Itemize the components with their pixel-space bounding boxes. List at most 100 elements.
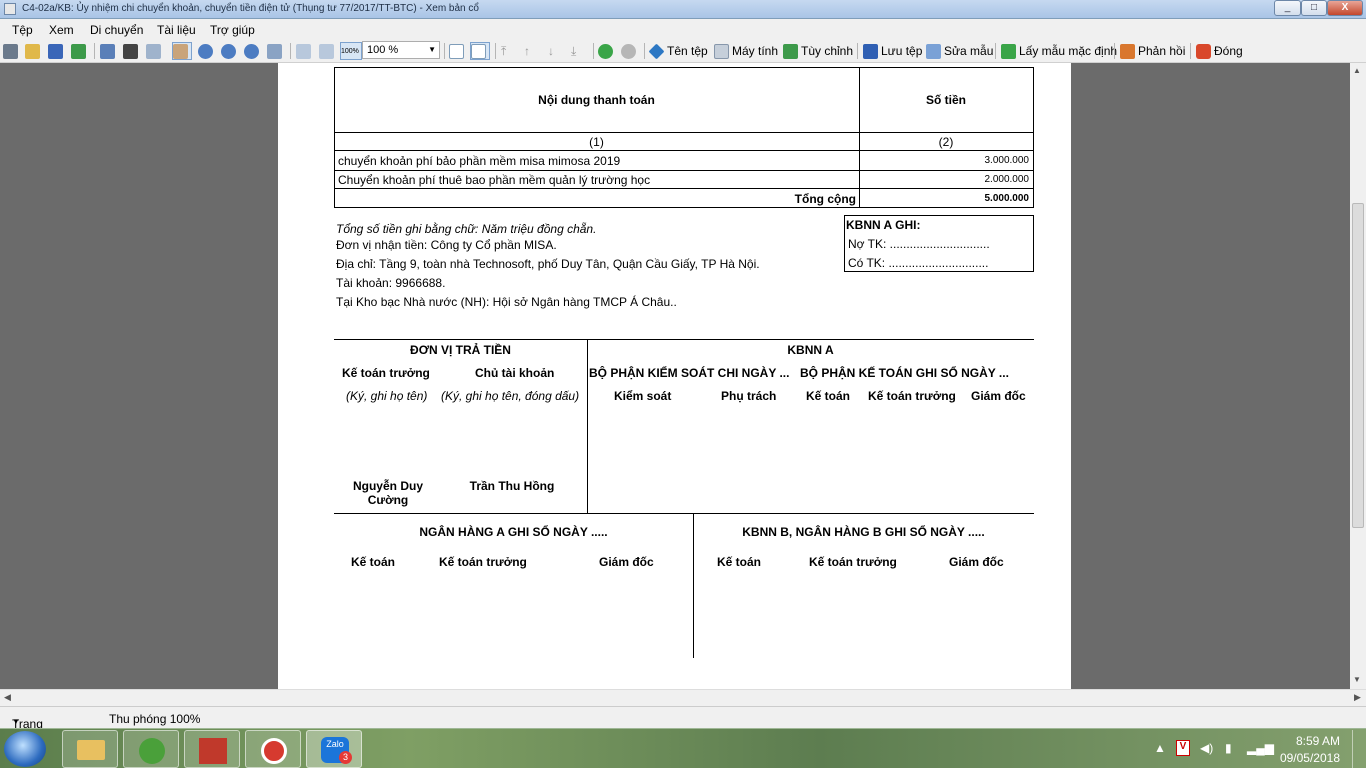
zalo-badge: 3 [339,751,352,764]
menu-help[interactable]: Trợ giúp [210,23,255,37]
scroll-left-icon[interactable]: ◀ [4,692,11,703]
row-amount-2: 2.000.000 [984,174,1030,185]
power-icon[interactable]: ▮ [1225,741,1232,755]
bank-b-director: Giám đốc [949,555,1004,569]
kbnn-debit: Nợ TK: .............................. [848,237,990,251]
chevron-down-icon: ▼ [428,45,436,54]
document-page: Nội dung thanh toán Số tiền (1) (2) chuy… [278,63,1071,689]
bank-b-title: KBNN B, NGÂN HÀNG B GHI SỔ NGÀY ..... [742,525,985,539]
director-label: Giám đốc [971,389,1026,403]
chief-accountant-label: Kế toán trưởng [342,366,430,380]
zoom-out-icon[interactable] [244,42,262,60]
misa-taskbar-icon[interactable] [123,730,179,768]
menu-view[interactable]: Xem [49,23,74,37]
vertical-scrollbar[interactable]: ▲ ▼ [1350,63,1366,689]
scroll-right-icon[interactable]: ▶ [1354,692,1361,703]
fit-page-icon[interactable] [319,42,337,60]
total-amount: 5.000.000 [984,193,1030,204]
signal-icon[interactable]: ▂▄▆ [1247,741,1274,755]
table-icon[interactable] [100,42,118,60]
close-window-button[interactable]: X [1327,0,1363,16]
row-content-1: chuyển khoản phí bảo phần mềm misa mimos… [338,154,621,168]
signer-name-1b: Cường [367,493,409,507]
taskbar: Zalo 3 ▲ V ◀) ▮ ▂▄▆ 8:59 AM 09/05/2018 [0,728,1366,768]
sign-hint-2: (Ký, ghi họ tên, đóng dấu) [441,389,580,403]
col-index-1: (1) [589,135,604,149]
file-explorer-taskbar-icon[interactable] [62,730,118,768]
menu-navigate[interactable]: Di chuyển [90,23,143,37]
window-title: C4-02a/KB: Ủy nhiệm chi chuyển khoản, ch… [22,3,479,14]
page-setup-icon[interactable] [146,42,164,60]
total-label: Tổng cộng [794,192,856,206]
receiver-bank: Tại Kho bạc Nhà nước (NH): Hội sở Ngân h… [336,295,677,309]
kbnn-a-title: KBNN A GHI: [846,218,921,232]
show-desktop-button[interactable] [1352,730,1364,768]
row-amount-1: 3.000.000 [984,155,1030,166]
row-content-2: Chuyển khoản phí thuê bao phần mềm quản … [338,173,651,187]
app-icon [4,3,16,15]
header-content: Nội dung thanh toán [538,93,655,107]
in-charge-label: Phụ trách [721,389,777,403]
scroll-down-icon[interactable]: ▼ [1353,675,1361,684]
bank-b-accountant: Kế toán [717,555,762,569]
chevron-down-icon: ▼ [12,717,20,726]
volume-icon[interactable]: ◀) [1200,741,1213,755]
signer-name-2: Trần Thu Hồng [469,479,555,493]
scroll-up-icon[interactable]: ▲ [1353,66,1361,75]
export-icon[interactable] [71,42,89,60]
zoom-value: 100 % [367,44,399,56]
network-app-taskbar-icon[interactable] [184,730,240,768]
print-icon[interactable] [3,42,21,60]
accountant-label: Kế toán [806,389,851,403]
zoom-100-icon[interactable]: 100% [340,42,362,60]
clock-time[interactable]: 8:59 AM [1280,734,1340,748]
zoom-in-icon[interactable] [221,42,239,60]
start-button[interactable] [4,731,46,767]
zoom-status: Thu phóng 100% [109,712,201,726]
bank-a-accountant: Kế toán [351,555,396,569]
chief-accountant-label-2: Kế toán trưởng [868,389,956,403]
mimosa-taskbar-icon[interactable] [245,730,301,768]
receiver: Đơn vị nhận tiền: Công ty Cổ phần MISA. [336,238,557,252]
accounting-dept: BỘ PHẬN KẾ TOÁN GHI SỔ NGÀY ... [800,366,1009,380]
account-owner-label: Chủ tài khoản [475,366,555,380]
bank-a-director: Giám đốc [599,555,654,569]
signer-name-1: Nguyễn Duy [352,479,423,493]
kbnn-credit: Có TK: .............................. [848,256,989,270]
col-index-2: (2) [938,135,954,149]
status-bar: Trang 1 trên 1 ▼ Thu phóng 100% [0,706,1366,759]
zoom-fit-icon[interactable] [267,42,285,60]
scroll-thumb[interactable] [1352,203,1364,528]
binoculars-icon[interactable] [123,42,141,60]
header-amount: Số tiền [925,93,966,107]
menu-bar: Tệp Xem Di chuyển Tài liệu Trợ giúp [0,19,1366,39]
clock-date[interactable]: 09/05/2018 [1278,751,1340,765]
horizontal-scrollbar[interactable]: ◀ ▶ [0,689,1366,706]
control-label: Kiểm soát [614,389,672,403]
sign-hint-1: (Ký, ghi họ tên) [346,389,428,403]
zoom-select[interactable]: 100 % ▼ [362,41,440,59]
save-icon[interactable] [48,42,66,60]
zoom-tool-icon[interactable] [198,42,216,60]
receiver-account: Tài khoản: 9966688. [336,276,446,290]
menu-file[interactable]: Tệp [12,23,33,37]
payer-title: ĐƠN VỊ TRẢ TIỀN [410,343,511,357]
bank-a-title: NGÂN HÀNG A GHI SỔ NGÀY ..... [419,525,608,539]
zalo-taskbar-icon[interactable]: Zalo 3 [306,730,362,768]
menu-document[interactable]: Tài liệu [157,23,196,37]
show-hidden-icons-icon[interactable]: ▲ [1154,741,1166,755]
toolbar: 100% [0,39,1366,63]
fit-width-icon[interactable] [296,42,314,60]
kbnn-a-label: KBNN A [787,343,834,357]
control-dept: BỘ PHẬN KIỂM SOÁT CHI NGÀY ... [589,366,790,380]
receiver-address: Địa chỉ: Tầng 9, toàn nhà Technosoft, ph… [336,257,760,271]
minimize-button[interactable]: _ [1274,0,1301,16]
open-folder-icon[interactable] [25,42,43,60]
maximize-button[interactable]: □ [1301,0,1327,16]
bank-b-chief-accountant: Kế toán trưởng [809,555,897,569]
amount-in-words: Tổng số tiền ghi bằng chữ: Năm triệu đồn… [336,222,597,236]
title-bar: C4-02a/KB: Ủy nhiệm chi chuyển khoản, ch… [0,0,1366,19]
antivirus-icon[interactable]: V [1176,740,1190,756]
bank-a-chief-accountant: Kế toán trưởng [439,555,527,569]
hand-tool-icon[interactable] [172,42,192,60]
